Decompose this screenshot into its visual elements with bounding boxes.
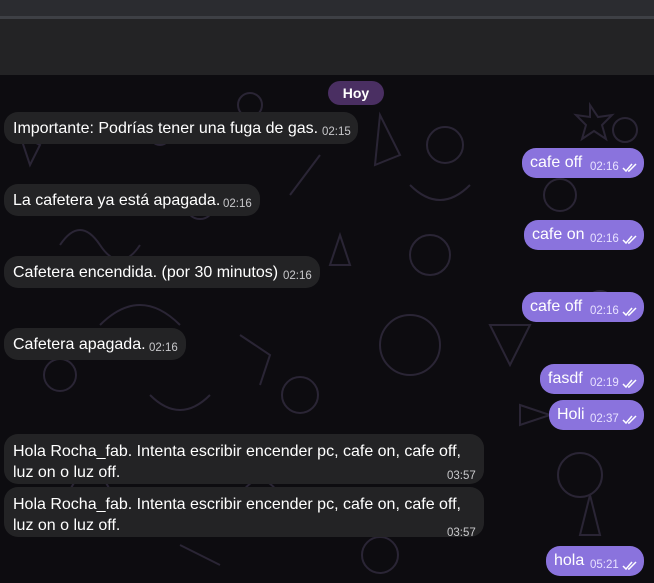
- message-text: Holi: [557, 406, 585, 423]
- message-text: cafe on: [532, 226, 585, 243]
- message-time: 02:15: [322, 126, 351, 138]
- double-check-icon: [622, 163, 637, 173]
- message-bubble-outgoing[interactable]: cafe off 02:16: [522, 148, 644, 178]
- message-time: 02:16: [283, 270, 312, 282]
- message-text: cafe off: [530, 154, 583, 171]
- message-time: 03:57: [447, 470, 476, 482]
- chat-area[interactable]: Hoy Importante: Podrías tener una fuga d…: [0, 75, 654, 583]
- message-bubble-outgoing[interactable]: hola 05:21: [546, 546, 644, 576]
- chat-header: [0, 19, 654, 75]
- message-text: fasdf: [548, 370, 583, 387]
- message-bubble-incoming[interactable]: Cafetera encendida. (por 30 minutos) 02:…: [4, 256, 320, 288]
- message-time: 02:16: [223, 198, 252, 210]
- message-time: 02:16: [590, 305, 619, 317]
- date-separator: Hoy: [328, 81, 384, 105]
- message-bubble-outgoing[interactable]: cafe off 02:16: [522, 292, 644, 322]
- message-text: Importante: Podrías tener una fuga de ga…: [13, 120, 319, 137]
- message-bubble-incoming[interactable]: Cafetera apagada. 02:16: [4, 328, 186, 360]
- message-bubble-outgoing[interactable]: fasdf 02:19: [540, 364, 644, 394]
- double-check-icon: [622, 561, 637, 571]
- message-bubble-incoming[interactable]: Importante: Podrías tener una fuga de ga…: [4, 112, 358, 144]
- message-text: Hola Rocha_fab. Intenta escribir encende…: [13, 496, 461, 534]
- message-time: 03:57: [447, 527, 476, 539]
- message-time: 02:37: [590, 413, 619, 425]
- double-check-icon: [622, 307, 637, 317]
- message-bubble-outgoing[interactable]: cafe on 02:16: [524, 220, 644, 250]
- message-time: 02:16: [149, 342, 178, 354]
- message-bubble-outgoing[interactable]: Holi 02:37: [549, 400, 644, 430]
- double-check-icon: [622, 415, 637, 425]
- message-bubble-incoming[interactable]: Hola Rocha_fab. Intenta escribir encende…: [4, 434, 484, 484]
- message-text: Cafetera encendida. (por 30 minutos): [13, 264, 279, 281]
- message-time: 02:19: [590, 377, 619, 389]
- message-time: 02:16: [590, 233, 619, 245]
- double-check-icon: [622, 379, 637, 389]
- message-text: cafe off: [530, 298, 583, 315]
- message-text: Hola Rocha_fab. Intenta escribir encende…: [13, 443, 461, 481]
- double-check-icon: [622, 235, 637, 245]
- message-text: hola: [554, 552, 585, 569]
- message-time: 02:16: [590, 161, 619, 173]
- message-text: Cafetera apagada.: [13, 336, 146, 353]
- message-bubble-incoming[interactable]: Hola Rocha_fab. Intenta escribir encende…: [4, 487, 484, 539]
- message-time: 05:21: [590, 559, 619, 571]
- message-bubble-incoming[interactable]: La cafetera ya está apagada. 02:16: [4, 184, 260, 216]
- window-top-bar: [0, 0, 654, 19]
- message-text: La cafetera ya está apagada.: [13, 192, 221, 209]
